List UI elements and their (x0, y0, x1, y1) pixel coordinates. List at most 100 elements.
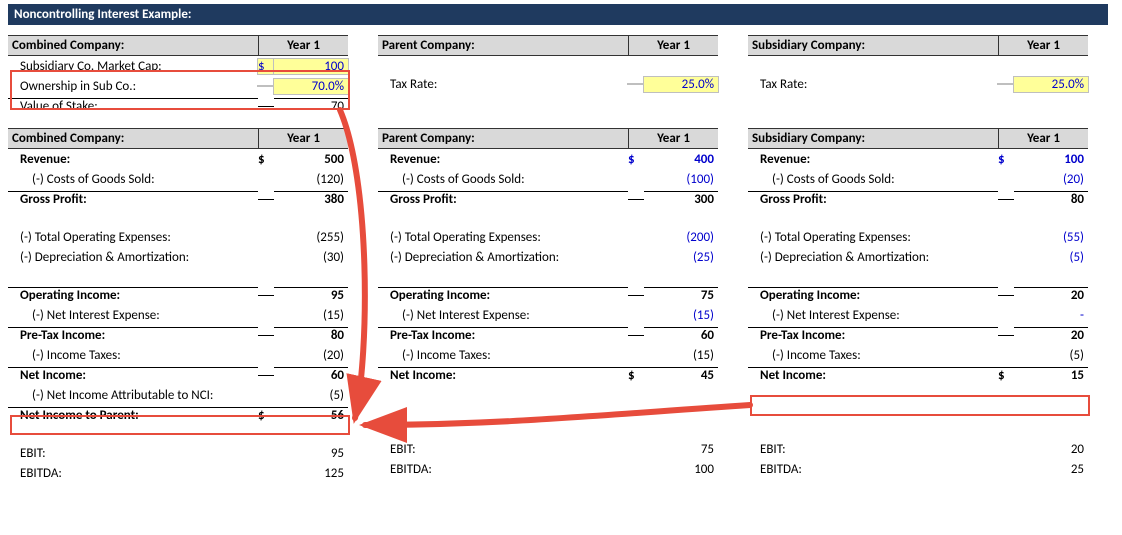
opex-row: (-) Total Operating Expenses: (255) (8, 227, 348, 247)
tax-row: (-) Income Taxes: (5) (748, 345, 1088, 365)
row-label: (-) Costs of Goods Sold: (378, 172, 628, 187)
tax-row: (-) Income Taxes: (15) (378, 345, 718, 365)
row-label: (-) Net Interest Expense: (8, 308, 258, 323)
combined-is-block: Combined Company: Year 1 Revenue: $ 500 … (8, 128, 348, 483)
operating-income-row: Operating Income: 20 (748, 285, 1088, 305)
ebit-row: EBIT: 95 (8, 443, 348, 463)
subsidiary-top-block: Subsidiary Company: Year 1 Tax Rate: 25.… (748, 35, 1088, 116)
cell-value: 60 (274, 367, 348, 383)
currency-symbol: $ (258, 59, 274, 74)
cell-value: 60 (644, 327, 718, 343)
tax-rate-row: Tax Rate: 25.0% (378, 74, 718, 94)
row-label: Revenue: (748, 152, 998, 167)
row-label: (-) Net Interest Expense: (378, 308, 628, 323)
cell-value: 100 (644, 462, 718, 477)
cell-value: 20 (1014, 327, 1088, 343)
row-label: (-) Depreciation & Amortization: (8, 250, 258, 265)
page-title: Noncontrolling Interest Example: (8, 4, 1108, 25)
subsidiary-is-block: Subsidiary Company: Year 1 Revenue: $ 10… (748, 128, 1088, 483)
cell-value: (20) (274, 348, 348, 363)
cell-value: 25 (1014, 462, 1088, 477)
operating-income-row: Operating Income: 75 (378, 285, 718, 305)
row-label: Net Income: (748, 367, 998, 383)
section-header: Subsidiary Company: Year 1 (748, 35, 1088, 56)
header-label: Subsidiary Company: (748, 129, 998, 148)
cell-value: (5) (1014, 250, 1088, 265)
net-income-row: Net Income: $ 45 (378, 365, 718, 385)
cell-value: (255) (274, 230, 348, 245)
cell-value: (15) (644, 348, 718, 363)
row-label: (-) Costs of Goods Sold: (748, 172, 998, 187)
market-cap-row: Subsidiary Co. Market Cap: $ 100 (8, 56, 348, 76)
row-label: Gross Profit: (8, 191, 258, 207)
gross-profit-row: Gross Profit: 380 (8, 189, 348, 209)
cell-value: 45 (644, 367, 718, 383)
tax-rate-row: Tax Rate: 25.0% (748, 74, 1088, 94)
cell-value: (25) (644, 250, 718, 265)
cell-value: (120) (274, 172, 348, 187)
ebit-row: EBIT: 75 (378, 439, 718, 459)
nci-row: (-) Net Income Attributable to NCI: (5) (8, 385, 348, 405)
currency-symbol: $ (628, 152, 644, 167)
tax-rate-value[interactable]: 25.0% (1014, 77, 1088, 92)
ownership-row: Ownership in Sub Co.: 70.0% (8, 76, 348, 96)
tax-rate-value[interactable]: 25.0% (644, 77, 718, 92)
ownership-value[interactable]: 70.0% (274, 79, 348, 94)
stake-value: 70 (274, 98, 348, 114)
cell-value: 500 (274, 152, 348, 167)
row-label: (-) Net Interest Expense: (748, 308, 998, 323)
currency-symbol: $ (258, 407, 274, 423)
row-label: Operating Income: (8, 287, 258, 303)
header-label: Combined Company: (8, 129, 258, 148)
section-header: Parent Company: Year 1 (378, 128, 718, 149)
cogs-row: (-) Costs of Goods Sold: (20) (748, 169, 1088, 189)
row-label: EBIT: (8, 446, 258, 461)
cell-value: (5) (1014, 348, 1088, 363)
row-label: (-) Income Taxes: (378, 348, 628, 363)
cell-value: 20 (1014, 287, 1088, 303)
cell-value: (5) (274, 388, 348, 403)
ebitda-row: EBITDA: 100 (378, 459, 718, 479)
section-header: Subsidiary Company: Year 1 (748, 128, 1088, 149)
cell-value: (20) (1014, 172, 1088, 187)
cell-value: 75 (644, 287, 718, 303)
cell-value: 380 (274, 191, 348, 207)
opex-row: (-) Total Operating Expenses: (200) (378, 227, 718, 247)
cell-value: 75 (644, 442, 718, 457)
ebit-row: EBIT: 20 (748, 439, 1088, 459)
cogs-row: (-) Costs of Goods Sold: (100) (378, 169, 718, 189)
cell-value: (30) (274, 250, 348, 265)
header-label: Parent Company: (378, 36, 628, 55)
cell-value: 56 (274, 407, 348, 423)
section-header: Combined Company: Year 1 (8, 128, 348, 149)
market-cap-value[interactable]: 100 (274, 59, 348, 74)
cell-value: 95 (274, 446, 348, 461)
cell-value: 15 (1014, 367, 1088, 383)
cell-value: (100) (644, 172, 718, 187)
header-label: Combined Company: (8, 36, 258, 55)
cell-value: (55) (1014, 230, 1088, 245)
top-section: Combined Company: Year 1 Subsidiary Co. … (8, 35, 1114, 116)
row-label: (-) Total Operating Expenses: (748, 230, 998, 245)
net-income-row: Net Income: $ 15 (748, 365, 1088, 385)
stake-row: Value of Stake: 70 (8, 96, 348, 116)
row-label: Net Income: (8, 367, 258, 383)
cell-value: 80 (274, 327, 348, 343)
row-label: Gross Profit: (748, 191, 998, 207)
header-year: Year 1 (628, 129, 718, 148)
row-label: Pre-Tax Income: (748, 327, 998, 343)
header-year: Year 1 (998, 36, 1088, 55)
cell-value: (15) (274, 308, 348, 323)
da-row: (-) Depreciation & Amortization: (25) (378, 247, 718, 267)
row-label: Operating Income: (748, 287, 998, 303)
cell-value: 400 (644, 152, 718, 167)
revenue-row: Revenue: $ 400 (378, 149, 718, 169)
section-header: Parent Company: Year 1 (378, 35, 718, 56)
cogs-row: (-) Costs of Goods Sold: (120) (8, 169, 348, 189)
ebitda-row: EBITDA: 125 (8, 463, 348, 483)
row-label: Revenue: (8, 152, 258, 167)
row-label: (-) Depreciation & Amortization: (748, 250, 998, 265)
row-label: EBITDA: (748, 462, 998, 477)
nie-row: (-) Net Interest Expense: (15) (8, 305, 348, 325)
currency-symbol: $ (258, 152, 274, 167)
